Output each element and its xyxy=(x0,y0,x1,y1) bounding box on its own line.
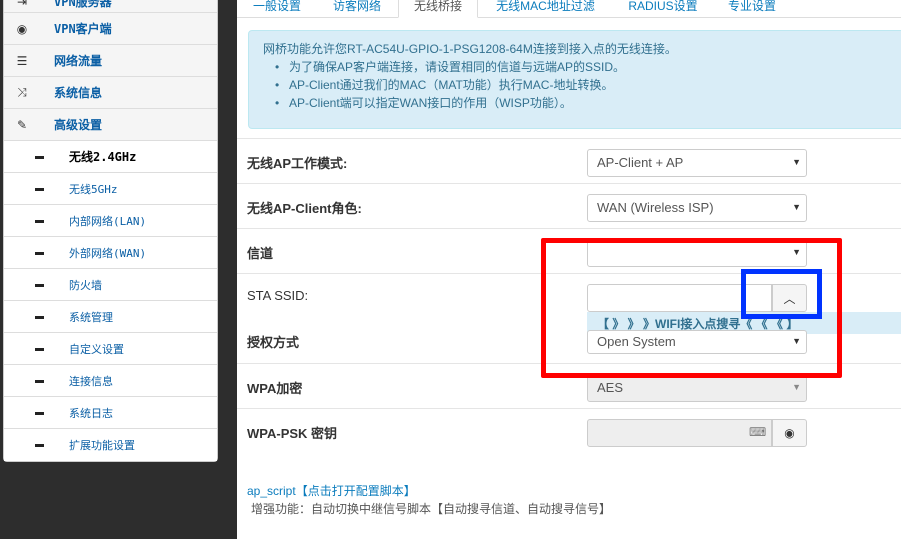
show-password-button[interactable]: ◉ xyxy=(772,419,807,447)
eye-slash-icon: ◉ xyxy=(784,426,795,440)
dash-icon xyxy=(35,316,44,319)
sidebar-item-label: 系统信息 xyxy=(54,86,103,100)
sidebar-subitem-firewall[interactable]: 防火墙 xyxy=(4,269,217,301)
caret-down-icon: ▼ xyxy=(792,382,801,392)
router-admin-page: ⇥ VPN服务器 ◉ VPN客户端 ☰ 网络流量 ⤨ 系统信息 ✎ 高级设置 无… xyxy=(0,0,901,539)
dash-icon xyxy=(35,284,44,287)
tab-pro[interactable]: 专业设置 xyxy=(717,0,787,18)
sidebar-subitem-wireless-5[interactable]: 无线5GHz xyxy=(4,173,217,205)
dash-icon xyxy=(35,348,44,351)
wpa-value: AES xyxy=(597,380,624,395)
row-psk: WPA-PSK 密钥 ⌨ ◉ xyxy=(237,408,901,453)
dash-icon xyxy=(35,156,44,159)
ap-mode-value: AP-Client + AP xyxy=(597,155,684,170)
info-intro: 网桥功能允许您RT-AC54U-GPIO-1-PSG1208-64M连接到接入点… xyxy=(263,42,677,56)
channel-label: 信道 xyxy=(247,246,274,261)
sidebar-menu: ⇥ VPN服务器 ◉ VPN客户端 ☰ 网络流量 ⤨ 系统信息 ✎ 高级设置 无… xyxy=(3,0,218,462)
list-icon: ☰ xyxy=(16,53,28,68)
sidebar-item-vpn-server[interactable]: ⇥ VPN服务器 xyxy=(4,0,217,13)
globe-icon: ◉ xyxy=(16,21,28,36)
sidebar-item-label: 网络流量 xyxy=(54,54,103,68)
tab-guest[interactable]: 访客网络 xyxy=(319,0,395,18)
sidebar-item-label: 高级设置 xyxy=(54,118,103,132)
sidebar-subitem-connections[interactable]: 连接信息 xyxy=(4,365,217,397)
psk-input[interactable] xyxy=(587,419,772,447)
row-ap-mode: 无线AP工作模式: AP-Client + AP ▼ xyxy=(237,138,901,183)
blue-highlight-box xyxy=(741,269,822,319)
ap-mode-select[interactable]: AP-Client + AP ▼ xyxy=(587,149,807,177)
sidebar-subitem-extensions[interactable]: 扩展功能设置 xyxy=(4,429,217,461)
sidebar-subitem-admin[interactable]: 系统管理 xyxy=(4,301,217,333)
sidebar-item-advanced[interactable]: ✎ 高级设置 xyxy=(4,109,217,141)
info-list: 为了确保AP客户端连接，请设置相同的信道与远端AP的SSID。 AP-Clien… xyxy=(275,58,893,112)
ap-script-link[interactable]: ap_script【点击打开配置脚本】 xyxy=(247,482,416,499)
caret-down-icon: ▼ xyxy=(792,157,801,167)
sidebar-subitem-lan[interactable]: 内部网络(LAN) xyxy=(4,205,217,237)
shuffle-icon: ⤨ xyxy=(17,85,27,99)
sidebar-item-label: VPN客户端 xyxy=(54,22,112,36)
row-client-role: 无线AP-Client角色: WAN (Wireless ISP) ▼ xyxy=(237,183,901,228)
sidebar-subitem-syslog[interactable]: 系统日志 xyxy=(4,397,217,429)
client-role-select[interactable]: WAN (Wireless ISP) ▼ xyxy=(587,194,807,222)
sidebar-item-vpn-client[interactable]: ◉ VPN客户端 xyxy=(4,13,217,45)
list-item: AP-Client通过我们的MAC（MAT功能）执行MAC-地址转换。 xyxy=(275,76,893,94)
tab-bar: 一般设置 访客网络 无线桥接 无线MAC地址过滤 RADIUS设置 专业设置 xyxy=(237,0,901,18)
ap-mode-label: 无线AP工作模式: xyxy=(247,156,348,171)
wpa-label: WPA加密 xyxy=(247,381,303,396)
ssid-label: STA SSID: xyxy=(247,288,309,303)
list-item: AP-Client端可以指定WAN接口的作用（WISP功能）。 xyxy=(275,94,893,112)
sidebar-item-label: VPN服务器 xyxy=(54,0,112,9)
keyboard-icon[interactable]: ⌨ xyxy=(749,425,766,439)
tab-radius[interactable]: RADIUS设置 xyxy=(615,0,711,18)
info-alert: 网桥功能允许您RT-AC54U-GPIO-1-PSG1208-64M连接到接入点… xyxy=(248,30,901,129)
client-role-label: 无线AP-Client角色: xyxy=(247,201,362,216)
wrench-icon: ✎ xyxy=(16,117,28,132)
dash-icon xyxy=(35,412,44,415)
logout-icon: ⇥ xyxy=(16,0,28,9)
dash-icon xyxy=(35,252,44,255)
enhance-note: 增强功能：自动切换中继信号脚本【自动搜寻信道、自动搜寻信号】 xyxy=(251,502,612,516)
tab-general[interactable]: 一般设置 xyxy=(237,0,317,18)
dash-icon xyxy=(35,220,44,223)
dash-icon xyxy=(35,380,44,383)
sidebar-subitem-wireless-24[interactable]: 无线2.4GHz xyxy=(4,141,217,173)
sidebar-item-traffic[interactable]: ☰ 网络流量 xyxy=(4,45,217,77)
sidebar-subitem-custom[interactable]: 自定义设置 xyxy=(4,333,217,365)
dash-icon xyxy=(35,444,44,447)
wpa-select[interactable]: AES ▼ xyxy=(587,374,807,402)
psk-label: WPA-PSK 密钥 xyxy=(247,426,338,441)
client-role-value: WAN (Wireless ISP) xyxy=(597,200,714,215)
dash-icon xyxy=(35,188,44,191)
tab-mac-filter[interactable]: 无线MAC地址过滤 xyxy=(483,0,608,18)
list-item: 为了确保AP客户端连接，请设置相同的信道与远端AP的SSID。 xyxy=(275,58,893,76)
tab-bridge[interactable]: 无线桥接 xyxy=(398,0,478,18)
auth-label: 授权方式 xyxy=(247,335,300,350)
caret-down-icon: ▼ xyxy=(792,202,801,212)
sidebar-subitem-wan[interactable]: 外部网络(WAN) xyxy=(4,237,217,269)
sidebar-item-system-info[interactable]: ⤨ 系统信息 xyxy=(4,77,217,109)
